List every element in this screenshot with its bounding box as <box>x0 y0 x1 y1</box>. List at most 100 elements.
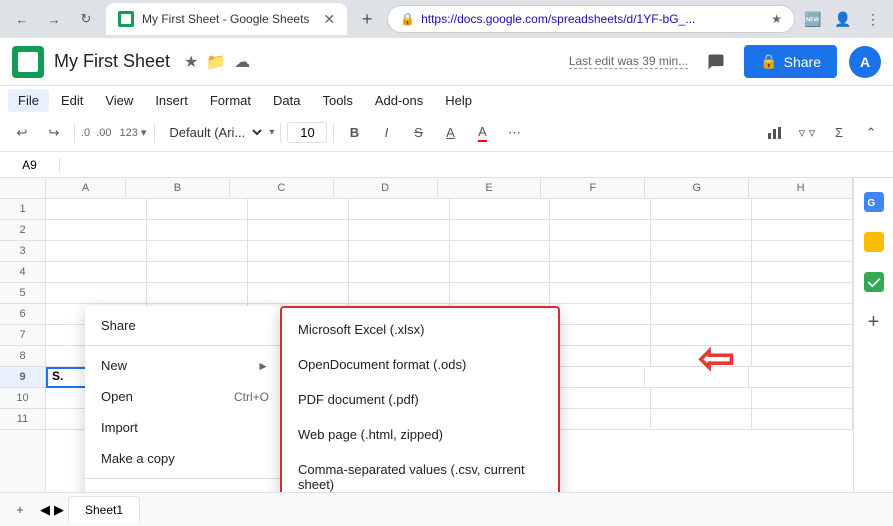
cell-d2[interactable] <box>349 220 450 241</box>
star-icon[interactable]: ★ <box>184 52 198 72</box>
cell-c3[interactable] <box>248 241 349 262</box>
cell-h6[interactable] <box>752 304 853 325</box>
forward-button[interactable]: → <box>40 5 68 33</box>
redo-button[interactable]: ↪ <box>40 119 68 147</box>
cell-e2[interactable] <box>450 220 551 241</box>
menu-import[interactable]: Import <box>85 412 285 443</box>
sheet-tab-1[interactable]: Sheet1 <box>68 496 140 523</box>
cell-e1[interactable] <box>450 199 551 220</box>
cell-f7[interactable] <box>550 325 651 346</box>
cell-a4[interactable] <box>46 262 147 283</box>
cell-h11[interactable] <box>752 409 853 430</box>
cell-b3[interactable] <box>147 241 248 262</box>
new-tab-button[interactable]: + <box>353 5 381 33</box>
cell-g7[interactable] <box>651 325 752 346</box>
menu-item-edit[interactable]: Edit <box>51 89 93 112</box>
cell-f11[interactable] <box>550 409 651 430</box>
cell-h1[interactable] <box>752 199 853 220</box>
cloud-icon[interactable]: ☁ <box>234 52 250 72</box>
bold-button[interactable]: B <box>340 119 368 147</box>
cell-h9[interactable] <box>749 367 853 388</box>
cell-b2[interactable] <box>147 220 248 241</box>
menu-item-insert[interactable]: Insert <box>145 89 198 112</box>
strikethrough-button[interactable]: S <box>404 119 432 147</box>
menu-share[interactable]: Share <box>85 310 285 341</box>
cell-g3[interactable] <box>651 241 752 262</box>
cell-d4[interactable] <box>349 262 450 283</box>
italic-button[interactable]: I <box>372 119 400 147</box>
menu-item-tools[interactable]: Tools <box>312 89 362 112</box>
cell-h4[interactable] <box>752 262 853 283</box>
comment-button[interactable] <box>700 46 732 78</box>
menu-item-data[interactable]: Data <box>263 89 310 112</box>
download-ods[interactable]: OpenDocument format (.ods) <box>282 347 558 382</box>
download-html[interactable]: Web page (.html, zipped) <box>282 417 558 452</box>
cell-b5[interactable] <box>147 283 248 304</box>
cell-f5[interactable] <box>550 283 651 304</box>
extensions-icon[interactable]: 🆕 <box>801 7 825 31</box>
cell-h2[interactable] <box>752 220 853 241</box>
cell-g11[interactable] <box>651 409 752 430</box>
move-icon[interactable]: 📁 <box>206 52 226 72</box>
browser-tab[interactable]: My First Sheet - Google Sheets ✕ <box>106 3 347 35</box>
cell-f4[interactable] <box>550 262 651 283</box>
sidebar-google-icon[interactable]: G <box>858 186 890 218</box>
collapse-toolbar-button[interactable]: ⌃ <box>857 119 885 147</box>
share-button[interactable]: 🔒 Share <box>744 45 837 78</box>
cell-g10[interactable] <box>651 388 752 409</box>
cell-c4[interactable] <box>248 262 349 283</box>
cell-h5[interactable] <box>752 283 853 304</box>
cell-g2[interactable] <box>651 220 752 241</box>
cell-h10[interactable] <box>752 388 853 409</box>
cell-f6[interactable] <box>550 304 651 325</box>
cell-a3[interactable] <box>46 241 147 262</box>
menu-email[interactable]: Email ► <box>85 483 285 492</box>
cell-f2[interactable] <box>550 220 651 241</box>
cell-h7[interactable] <box>752 325 853 346</box>
menu-item-format[interactable]: Format <box>200 89 261 112</box>
cell-g1[interactable] <box>651 199 752 220</box>
sidebar-blue-check-icon[interactable] <box>858 266 890 298</box>
sidebar-yellow-icon[interactable] <box>858 226 890 258</box>
menu-new[interactable]: New ► <box>85 350 285 381</box>
cell-g4[interactable] <box>651 262 752 283</box>
undo-button[interactable]: ↩ <box>8 119 36 147</box>
cell-c1[interactable] <box>248 199 349 220</box>
cell-h8[interactable] <box>752 346 853 367</box>
cell-g8[interactable] <box>651 346 752 367</box>
menu-item-view[interactable]: View <box>95 89 143 112</box>
cell-e4[interactable] <box>450 262 551 283</box>
text-color-button[interactable]: A <box>468 119 496 147</box>
profile-icon[interactable]: 👤 <box>831 7 855 31</box>
cell-g6[interactable] <box>651 304 752 325</box>
cell-a5[interactable] <box>46 283 147 304</box>
menu-item-addons[interactable]: Add-ons <box>365 89 433 112</box>
more-options-icon[interactable]: ⋮ <box>861 7 885 31</box>
cell-f8[interactable] <box>550 346 651 367</box>
cell-f10[interactable] <box>550 388 651 409</box>
cell-e5[interactable] <box>450 283 551 304</box>
cell-reference[interactable]: A9 <box>0 158 60 172</box>
cell-e3[interactable] <box>450 241 551 262</box>
download-csv[interactable]: Comma-separated values (.csv, current sh… <box>282 452 558 492</box>
back-button[interactable]: ← <box>8 5 36 33</box>
font-select[interactable]: Default (Ari... <box>161 122 265 143</box>
cell-c2[interactable] <box>248 220 349 241</box>
menu-item-file[interactable]: File <box>8 89 49 112</box>
chart-button[interactable] <box>761 119 789 147</box>
menu-item-help[interactable]: Help <box>435 89 482 112</box>
cell-g9[interactable] <box>645 367 749 388</box>
sheets-scroll-right[interactable]: ▶ <box>54 502 64 518</box>
download-xlsx[interactable]: Microsoft Excel (.xlsx) <box>282 312 558 347</box>
cell-a1[interactable] <box>46 199 147 220</box>
cell-c5[interactable] <box>248 283 349 304</box>
address-bar[interactable]: 🔒 https://docs.google.com/spreadsheets/d… <box>387 5 795 33</box>
doc-title[interactable]: My First Sheet <box>54 51 170 72</box>
cell-d3[interactable] <box>349 241 450 262</box>
font-size-input[interactable] <box>287 122 327 143</box>
cell-f3[interactable] <box>550 241 651 262</box>
cell-f1[interactable] <box>550 199 651 220</box>
cell-b1[interactable] <box>147 199 248 220</box>
underline-button[interactable]: A <box>436 119 464 147</box>
download-pdf[interactable]: PDF document (.pdf) <box>282 382 558 417</box>
